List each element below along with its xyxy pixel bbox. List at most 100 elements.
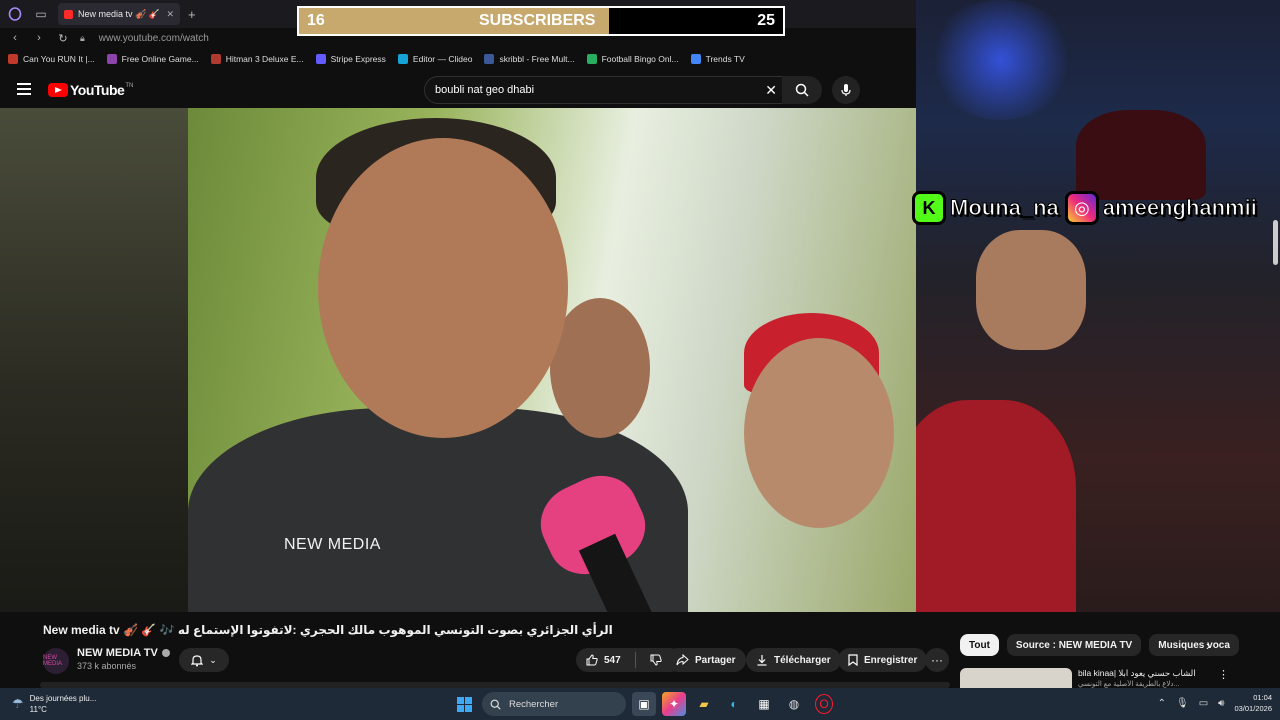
gaming-chair xyxy=(1076,110,1206,200)
rain-cloud-icon: ☂ xyxy=(12,696,24,711)
youtube-favicon-icon xyxy=(64,9,73,19)
recommendation-chips: Tout Source : NEW MEDIA TV Musiques voca xyxy=(960,634,1239,656)
opera-taskbar-icon[interactable]: O xyxy=(815,694,833,714)
bookmark-label: Hitman 3 Deluxe E... xyxy=(225,54,304,64)
bookmark-item[interactable]: Stripe Express xyxy=(315,54,386,64)
volume-icon[interactable]: 🔊︎ xyxy=(1218,698,1224,709)
workspaces-icon[interactable]: ▭ xyxy=(30,3,52,25)
bookmark-item[interactable]: Can You RUN It |... xyxy=(8,54,95,64)
back-icon[interactable]: ‹ xyxy=(6,32,24,44)
scrollbar[interactable] xyxy=(1273,220,1278,265)
streamer-face xyxy=(976,230,1086,350)
reload-icon[interactable]: ↻ xyxy=(54,32,72,45)
bookmark-favicon-icon xyxy=(315,54,326,64)
voice-search-button[interactable] xyxy=(832,76,860,104)
file-explorer-icon[interactable]: ▰ xyxy=(692,692,716,716)
new-tab-icon[interactable]: + xyxy=(188,7,196,22)
divider xyxy=(634,652,636,668)
search-input[interactable]: boubli nat geo dhabi ✕ xyxy=(424,76,786,104)
subscriber-count: 16 xyxy=(307,12,325,29)
clear-search-icon[interactable]: ✕ xyxy=(765,82,777,99)
bookmark-item[interactable]: Football Bingo Onl... xyxy=(586,54,679,64)
search-value: boubli nat geo dhabi xyxy=(435,84,535,96)
start-button[interactable] xyxy=(452,692,476,716)
weather-widget[interactable]: ☂ Des journées plu... 11°C xyxy=(12,693,96,715)
chevron-right-icon[interactable]: › xyxy=(1206,638,1210,653)
tab-youtube[interactable]: New media tv 🎻 🎸 🎶 ما... ✕ xyxy=(58,3,180,25)
bookmark-favicon-icon xyxy=(586,54,597,64)
system-tray: ⌃ 🎙︎ ▭ 🔊︎ 01:04 03/01/2026 xyxy=(1158,692,1272,714)
opera-logo-icon[interactable] xyxy=(4,3,26,25)
video-frame[interactable]: NEW MEDIA xyxy=(188,108,916,612)
search-icon xyxy=(795,83,809,97)
thumbs-up-icon xyxy=(586,654,598,666)
forward-icon[interactable]: › xyxy=(30,32,48,44)
bookmark-item[interactable]: Editor — Clideo xyxy=(397,54,473,64)
bookmark-item[interactable]: Trends TV xyxy=(690,54,745,64)
kick-handle: Mouna_na xyxy=(950,195,1060,221)
lock-icon[interactable]: 🔒︎ xyxy=(80,33,85,44)
bookmark-label: Free Online Game... xyxy=(121,54,199,64)
store-icon[interactable]: ▦ xyxy=(752,692,776,716)
bookmark-label: Editor — Clideo xyxy=(412,54,473,64)
subscriber-label: SUBSCRIBERS xyxy=(479,12,596,29)
youtube-header: YouTube TN boubli nat geo dhabi ✕ xyxy=(0,72,916,108)
save-button[interactable]: Enregistrer xyxy=(838,648,928,672)
task-view-icon[interactable]: ▣ xyxy=(632,692,656,716)
bookmark-item[interactable]: Free Online Game... xyxy=(106,54,199,64)
search-button[interactable] xyxy=(782,76,822,104)
close-tab-icon[interactable]: ✕ xyxy=(166,9,174,20)
microphone-tray-icon[interactable]: 🎙︎ xyxy=(1176,698,1189,709)
edge-icon[interactable]: ◐ xyxy=(722,692,746,716)
dislike-button[interactable] xyxy=(650,654,662,666)
thumbs-down-icon xyxy=(650,654,662,666)
video-blur-left xyxy=(0,108,188,612)
like-button[interactable]: 547 xyxy=(586,654,621,666)
clock[interactable]: 01:04 03/01/2026 xyxy=(1234,692,1272,714)
taskbar-apps: Rechercher ▣ ✦ ▰ ◐ ▦ ◍ O xyxy=(452,692,833,716)
bookmark-favicon-icon xyxy=(397,54,408,64)
recommendation-title[interactable]: bila kinaa| الشاب حسني يعود ابلا xyxy=(1078,668,1210,679)
bookmark-favicon-icon xyxy=(210,54,221,64)
filter-chip[interactable]: Musiques voca xyxy=(1149,634,1239,656)
channel-name[interactable]: NEW MEDIA TV xyxy=(77,647,170,659)
bookmark-label: Trends TV xyxy=(705,54,745,64)
bookmark-item[interactable]: Hitman 3 Deluxe E... xyxy=(210,54,304,64)
game-icon[interactable]: ◍ xyxy=(782,692,806,716)
bookmark-label: Stripe Express xyxy=(330,54,386,64)
video-player[interactable]: NEW MEDIA xyxy=(0,108,916,612)
copilot-icon[interactable]: ✦ xyxy=(662,692,686,716)
share-button[interactable]: Partager xyxy=(666,648,746,672)
notification-bell-button[interactable]: ⌄ xyxy=(179,648,229,672)
bookmarks-bar: Can You RUN It |... Free Online Game... Hi… xyxy=(0,49,916,69)
windows-taskbar: ☂ Des journées plu... 11°C Rechercher ▣ … xyxy=(0,688,1280,720)
bookmark-icon xyxy=(848,654,858,666)
filter-chip[interactable]: Source : NEW MEDIA TV xyxy=(1006,634,1142,656)
subscriber-goal: 25 xyxy=(757,12,775,29)
download-button[interactable]: Télécharger xyxy=(746,648,841,672)
microphone-icon xyxy=(841,84,851,96)
more-actions-button[interactable]: ··· xyxy=(925,648,949,672)
bookmark-favicon-icon xyxy=(106,54,117,64)
recommendation-menu-icon[interactable]: ⋮ xyxy=(1218,668,1229,681)
streamer-body xyxy=(916,400,1076,612)
youtube-logo[interactable]: YouTube TN xyxy=(48,82,133,98)
chevron-up-icon[interactable]: ⌃ xyxy=(1158,698,1166,709)
taskbar-search[interactable]: Rechercher xyxy=(482,692,626,716)
display-icon[interactable]: ▭ xyxy=(1199,698,1208,709)
url-field[interactable]: www.youtube.com/watch xyxy=(99,33,209,44)
bookmark-label: Football Bingo Onl... xyxy=(601,54,679,64)
youtube-logo-text: YouTube xyxy=(70,82,125,98)
menu-icon[interactable] xyxy=(17,83,31,95)
filter-chip[interactable]: Tout xyxy=(960,634,999,656)
channel-avatar[interactable]: NEW MEDIA xyxy=(43,648,69,674)
download-label: Télécharger xyxy=(774,654,831,666)
kick-icon: K xyxy=(912,191,946,225)
subscriber-goal-bar: 16 SUBSCRIBERS 25 xyxy=(297,6,785,36)
smiling-person xyxy=(744,338,894,528)
led-lights xyxy=(926,0,1076,120)
recommendation-thumbnail[interactable] xyxy=(960,668,1072,688)
bookmark-label: skribbl - Free Mult... xyxy=(499,54,575,64)
youtube-country-code: TN xyxy=(125,83,134,89)
bookmark-item[interactable]: skribbl - Free Mult... xyxy=(484,54,575,64)
